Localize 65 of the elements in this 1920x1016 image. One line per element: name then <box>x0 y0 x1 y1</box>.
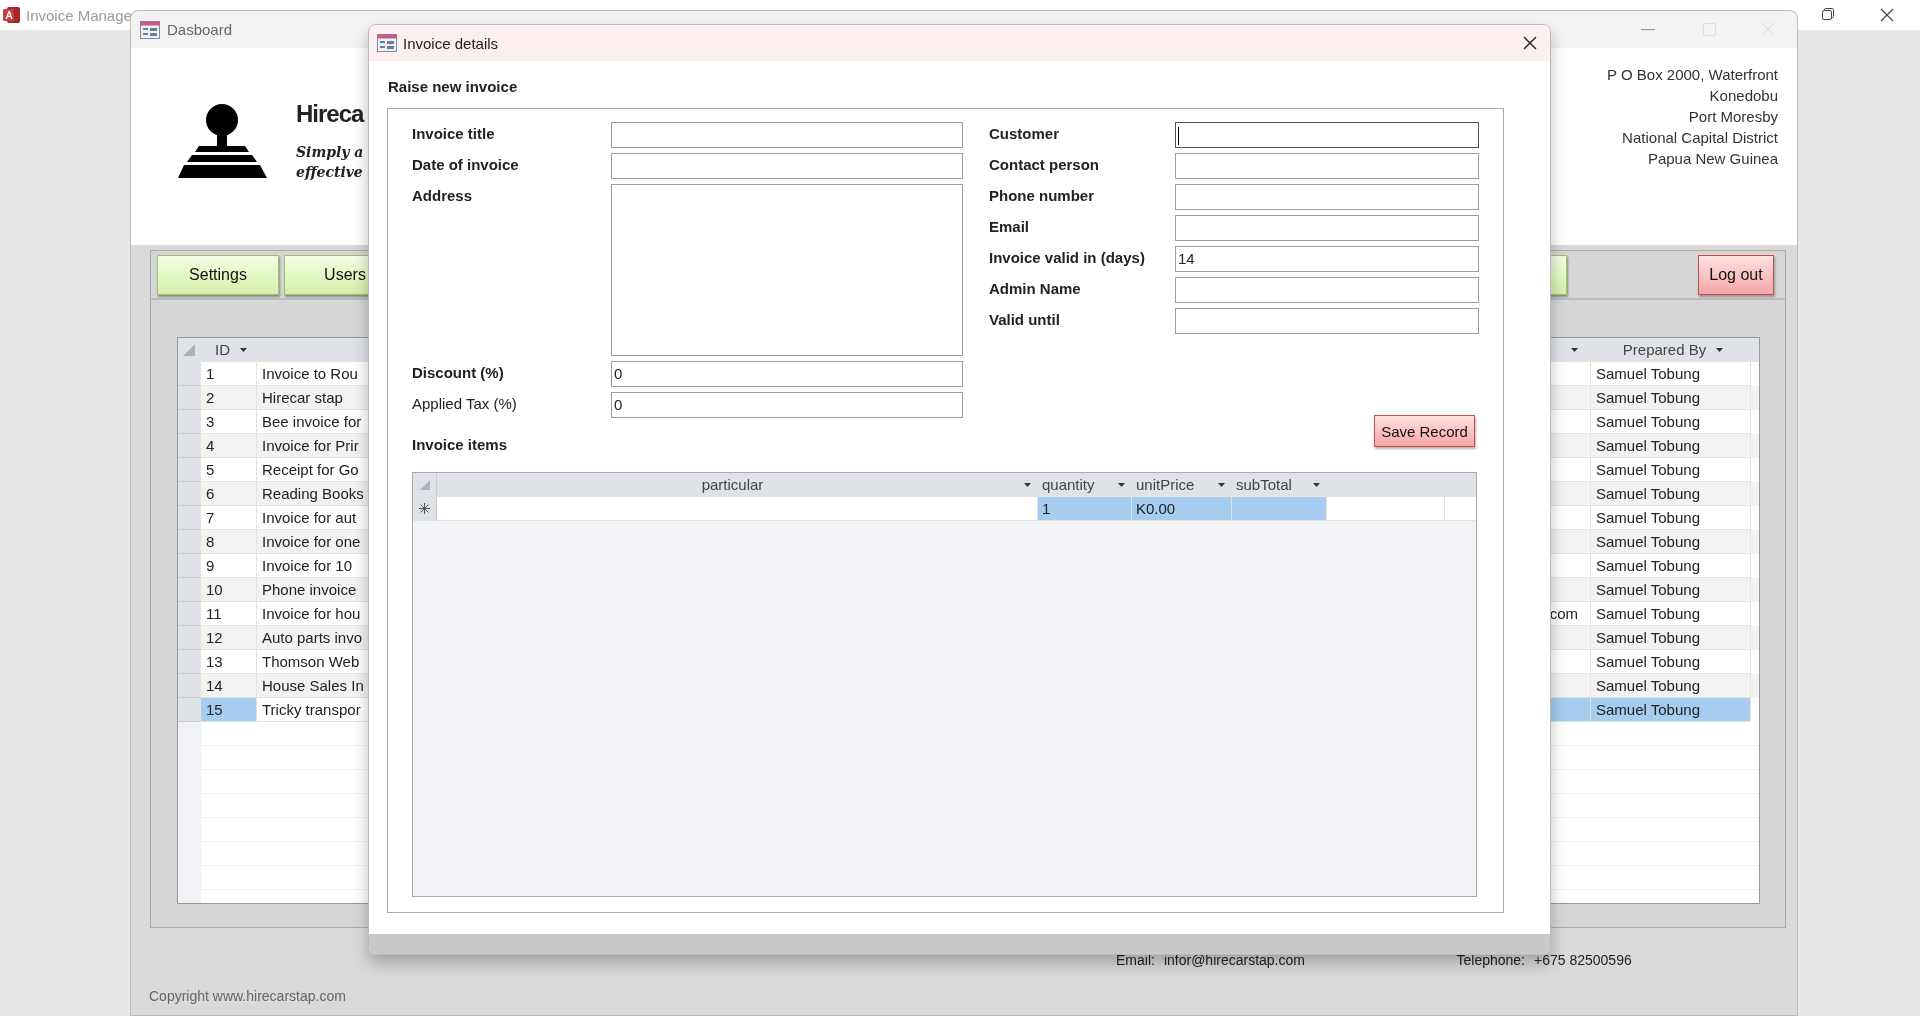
row-selector[interactable] <box>413 497 437 521</box>
input-field[interactable] <box>1175 184 1479 210</box>
input-field[interactable] <box>1175 308 1479 334</box>
input-field[interactable]: 0 <box>611 392 963 418</box>
phone-label: Telephone: <box>1456 952 1525 968</box>
app-logo-icon <box>3 6 21 24</box>
input-field[interactable] <box>1175 277 1479 303</box>
dropdown-icon[interactable] <box>240 347 247 352</box>
restore-icon[interactable] <box>1822 8 1834 20</box>
field-label: Phone number <box>989 186 1095 206</box>
field-label: Invoice title <box>412 124 496 144</box>
form-icon <box>140 20 160 39</box>
input-field[interactable] <box>611 122 963 148</box>
field-label: Address <box>412 186 474 206</box>
field-label: Email <box>989 217 1031 237</box>
app-title: Invoice Manage <box>26 6 132 24</box>
field-label: Discount (%) <box>412 363 505 383</box>
email-value: infor@hirecarstap.com <box>1163 952 1305 968</box>
input-field[interactable] <box>1175 215 1479 241</box>
joystick-logo-icon <box>178 104 268 179</box>
form-heading: Raise new invoice <box>388 78 519 97</box>
column-header[interactable]: particular <box>437 473 1038 497</box>
input-field[interactable]: 0 <box>611 361 963 387</box>
tagline: Simply a <box>296 143 364 162</box>
field-label: Valid until <box>989 310 1061 330</box>
field-label: Admin Name <box>989 279 1082 299</box>
email-label: Email: <box>1116 952 1155 968</box>
logout-button[interactable]: Log out <box>1698 254 1774 295</box>
address-line: Port Moresby <box>1688 107 1778 127</box>
address-line: National Capital District <box>1622 128 1778 148</box>
tagline: effective <box>296 163 364 182</box>
field-label: Date of invoice <box>412 155 520 175</box>
phone-value: +675 82500596 <box>1534 952 1632 968</box>
table-cell: 15 <box>201 698 257 722</box>
address-line: Konedobu <box>1709 86 1778 106</box>
copyright-text: Copyright www.hirecarstap.com <box>149 988 347 1004</box>
select-all-icon[interactable] <box>182 342 196 357</box>
address-line: P O Box 2000, Waterfront <box>1607 65 1778 85</box>
table-cell: Samuel Tobung <box>1591 698 1751 722</box>
input-field[interactable] <box>611 153 963 179</box>
input-field[interactable] <box>1175 153 1479 179</box>
close-icon[interactable] <box>1880 8 1894 22</box>
minimize-icon[interactable] <box>1641 29 1655 31</box>
field-label: Customer <box>989 124 1060 144</box>
section-label: Invoice items <box>412 435 509 455</box>
input-field[interactable]: 14 <box>1175 246 1479 272</box>
table-cell: 1 <box>1038 497 1132 521</box>
dialog-title: Invoice details <box>403 34 499 52</box>
select-all-icon[interactable] <box>418 478 431 491</box>
close-icon[interactable] <box>1523 36 1537 50</box>
company-name: Hireca <box>296 100 364 128</box>
form-icon <box>377 34 397 52</box>
dropdown-icon[interactable] <box>1571 347 1578 352</box>
new-record-icon <box>419 503 430 514</box>
dropdown-icon[interactable] <box>1716 347 1724 352</box>
save-button[interactable]: Save Record <box>1374 415 1475 447</box>
input-field[interactable] <box>1175 122 1479 148</box>
toolbar-button[interactable]: Settings <box>157 254 279 295</box>
field-label: Contact person <box>989 155 1100 175</box>
input-field[interactable] <box>611 184 963 356</box>
table-cell: K0.00 <box>1132 497 1232 521</box>
field-label: Invoice valid in (days) <box>989 248 1146 268</box>
address-line: Papua New Guinea <box>1647 149 1778 169</box>
window-title: Dasboard <box>167 21 233 38</box>
column-header[interactable] <box>1327 473 1445 497</box>
